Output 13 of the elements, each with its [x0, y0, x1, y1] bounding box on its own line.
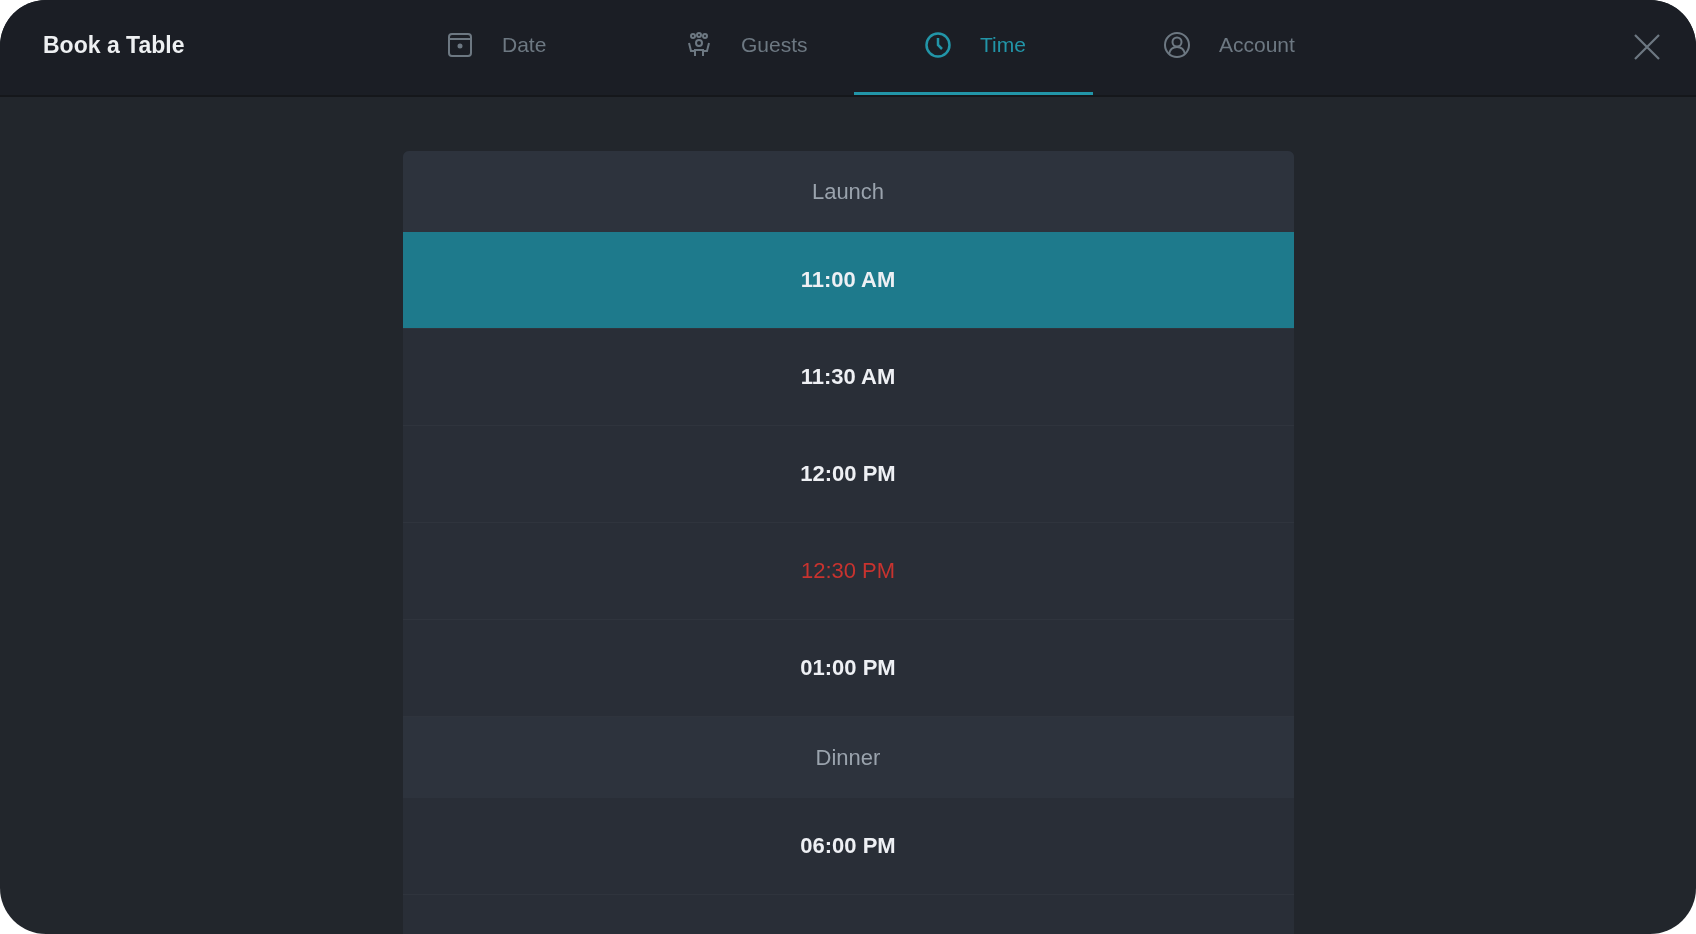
user-icon — [1163, 30, 1191, 59]
window-title: Book a Table — [42, 32, 186, 60]
tab[interactable]: Date — [376, 0, 615, 95]
section-header: Dinner — [402, 717, 1294, 798]
time-slot[interactable]: 11:00 AM — [402, 232, 1294, 329]
calendar-icon — [446, 30, 474, 59]
section-header: Launch — [402, 151, 1294, 232]
people-icon — [685, 30, 713, 59]
clock-icon — [924, 30, 952, 59]
tab[interactable]: Guests — [615, 0, 854, 95]
tab[interactable]: Account — [1093, 0, 1332, 95]
close-icon[interactable] — [1632, 32, 1662, 62]
tab[interactable]: Time — [854, 0, 1093, 95]
